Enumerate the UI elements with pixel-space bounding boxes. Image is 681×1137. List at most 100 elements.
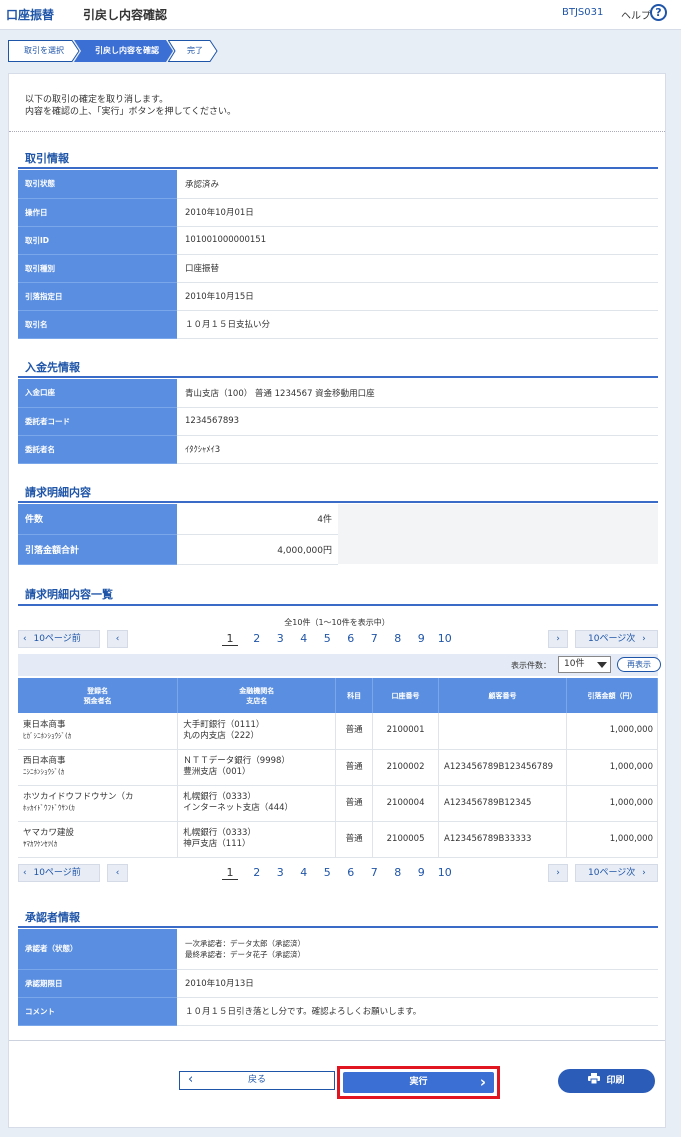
prev-page-button[interactable]: ‹ <box>107 864 128 882</box>
row-value: １０月１５日引き落とし分です。確認よろしくお願いします。 <box>177 997 658 1026</box>
registrant-cell: 東日本商事 ﾋｶﾞｼﾆﾎﾝｼｮｳｼﾞ(ｶ <box>18 713 179 750</box>
page-link[interactable]: 7 <box>363 632 387 645</box>
display-count-select[interactable]: 10件 <box>558 656 611 673</box>
branch-name: インターネット支店（444） <box>183 803 294 813</box>
registrant-name: 西日本商事 <box>23 756 66 766</box>
back-button-label: 戻る <box>247 1075 266 1085</box>
row-value: 承認済み <box>177 170 658 199</box>
top-header: 口座振替 引戻し内容確認 BTJS031 ヘルプ ? <box>0 0 681 30</box>
registrant-cell: 西日本商事 ﾆｼﾆﾎﾝｼｮｳｼﾞ(ｶ <box>18 749 179 786</box>
next-10-pages-button[interactable]: 10ページ次 › <box>575 630 658 648</box>
registrant-name: ヤマカワ建設 <box>23 828 75 838</box>
pager-bottom: ‹ 10ページ前 ‹ 1 2 3 4 5 6 7 8 9 10 › 10ページ次 › <box>18 864 658 882</box>
row-label: 件数 <box>18 504 177 535</box>
next-page-button[interactable]: › <box>548 864 568 882</box>
print-button[interactable]: 印刷 <box>558 1069 655 1093</box>
page-link-current[interactable]: 1 <box>222 866 238 880</box>
display-count-value: 10件 <box>564 659 585 669</box>
page-link[interactable]: 5 <box>316 632 340 645</box>
row-label: 引落金額合計 <box>18 534 177 565</box>
registrant-cell: ヤマカワ建設 ﾔﾏｶﾜｹﾝｾﾂ(ｶ <box>18 821 179 858</box>
bank-cell: 札幌銀行（0333） 神戸支店（111） <box>177 821 337 858</box>
section-rule <box>18 376 658 378</box>
branch-name: 丸の内支店（222） <box>183 730 260 741</box>
print-button-label: 印刷 <box>606 1076 625 1086</box>
amount-cell: 1,000,000 <box>566 713 658 750</box>
section-title-deposit: 入金先情報 <box>25 361 80 374</box>
screen-code: BTJS031 <box>562 7 604 18</box>
chevron-left-icon: ‹ <box>115 868 120 878</box>
subject-cell: 普通 <box>335 713 374 750</box>
account-no-cell: 2100001 <box>372 713 440 750</box>
execute-highlight: 実行 › <box>337 1066 500 1099</box>
page-link[interactable]: 9 <box>410 866 434 879</box>
table-row: 取引状態 承認済み <box>18 170 658 199</box>
breadcrumb[interactable]: 口座振替 <box>6 6 54 23</box>
page-link[interactable]: 4 <box>292 632 316 645</box>
row-value: 2010年10月13日 <box>177 969 658 998</box>
page-link[interactable]: 10 <box>433 866 457 879</box>
back-button[interactable]: ‹ 戻る <box>179 1071 335 1090</box>
chevron-right-icon: › <box>556 868 560 878</box>
prev-10-pages-button[interactable]: ‹ 10ページ前 <box>18 630 100 648</box>
help-link[interactable]: ヘルプ <box>621 7 651 22</box>
execute-button[interactable]: 実行 › <box>343 1072 494 1093</box>
page-link[interactable]: 9 <box>410 632 434 645</box>
prev-10-pages-button[interactable]: ‹ 10ページ前 <box>18 864 100 882</box>
step-complete: 完了 <box>168 40 218 62</box>
row-label: 引落指定日 <box>18 282 177 311</box>
page-link[interactable]: 2 <box>245 632 269 645</box>
table-row: コメント １０月１５日引き落とし分です。確認よろしくお願いします。 <box>18 997 658 1026</box>
bank-cell: 大手町銀行（0111） 丸の内支店（222） <box>177 713 337 750</box>
bank-name: ＮＴＴデータ銀行（9998） <box>183 756 290 766</box>
next-page-button[interactable]: › <box>548 630 568 648</box>
bank-name: 札幌銀行（0333） <box>183 792 256 802</box>
page-link[interactable]: 7 <box>363 866 387 879</box>
page-link[interactable]: 4 <box>292 866 316 879</box>
page-link[interactable]: 2 <box>245 866 269 879</box>
page-link[interactable]: 8 <box>386 632 410 645</box>
page-link[interactable]: 8 <box>386 866 410 879</box>
section-title-transaction: 取引情報 <box>25 152 69 165</box>
table-row: 承認者（状態） 一次承認者：データ太郎（承認済） 最終承認者：データ花子（承認済… <box>18 929 658 970</box>
next-10-pages-button[interactable]: 10ページ次 › <box>575 864 658 882</box>
page-link[interactable]: 10 <box>433 632 457 645</box>
col-header-account-no: 口座番号 <box>372 678 440 713</box>
row-label: 承認者（状態） <box>18 929 177 970</box>
bank-cell: ＮＴＴデータ銀行（9998） 豊洲支店（001） <box>177 749 337 786</box>
page-link[interactable]: 6 <box>339 632 363 645</box>
row-label: 取引ID <box>18 226 177 255</box>
help-icon[interactable]: ? <box>650 4 667 21</box>
page-link[interactable]: 3 <box>269 866 293 879</box>
header-depositor: 預金者名 <box>83 696 112 705</box>
redisplay-button[interactable]: 再表示 <box>617 657 661 672</box>
prev-page-button[interactable]: ‹ <box>107 630 128 648</box>
list-controls: 表示件数： 10件 再表示 <box>18 654 661 676</box>
table-row: 委託者名 ｲﾀｸｼｬﾒｲ3 <box>18 435 658 464</box>
bank-cell: 札幌銀行（0333） インターネット支店（444） <box>177 785 337 822</box>
customer-no-cell <box>438 713 567 750</box>
page-link[interactable]: 3 <box>269 632 293 645</box>
row-label: 取引名 <box>18 310 177 339</box>
table-row: 件数 4件 <box>18 504 658 535</box>
depositor-name: ﾋｶﾞｼﾆﾎﾝｼｮｳｼﾞ(ｶ <box>23 731 72 740</box>
row-value: 青山支店（100） 普通 1234567 資金移動用口座 <box>177 379 658 408</box>
row-label: 委託者名 <box>18 435 177 464</box>
row-value: ｲﾀｸｼｬﾒｲ3 <box>177 435 658 464</box>
table-row: 承認期限日 2010年10月13日 <box>18 969 658 998</box>
table-row: 入金口座 青山支店（100） 普通 1234567 資金移動用口座 <box>18 379 658 408</box>
section-title-approver: 承認者情報 <box>25 911 80 924</box>
registrant-name: ホツカイドウフドウサン（カ <box>23 792 134 802</box>
page-link[interactable]: 5 <box>316 866 340 879</box>
result-count: 全10件（1～10件を表示中） <box>284 618 390 627</box>
table-row: 西日本商事 ﾆｼﾆﾎﾝｼｮｳｼﾞ(ｶ ＮＴＴデータ銀行（9998） 豊洲支店（001… <box>18 749 658 786</box>
page-link[interactable]: 6 <box>339 866 363 879</box>
subject-cell: 普通 <box>335 785 374 822</box>
chevron-left-icon: ‹ <box>23 634 27 644</box>
page-link-current[interactable]: 1 <box>222 632 238 646</box>
registrant-name: 東日本商事 <box>23 719 66 730</box>
intro-line-2: 内容を確認の上、「実行」ボタンを押してください。 <box>25 107 236 117</box>
execute-button-label: 実行 <box>409 1077 428 1087</box>
divider <box>9 131 665 132</box>
account-no-cell: 2100005 <box>372 821 440 858</box>
